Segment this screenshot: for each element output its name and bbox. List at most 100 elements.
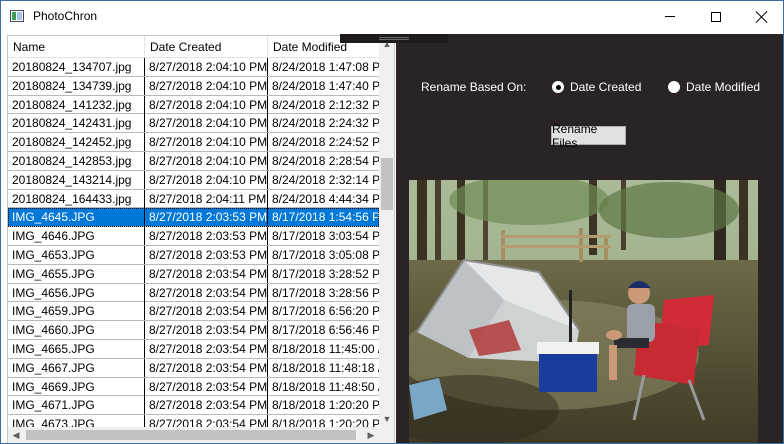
date-created-cell: 8/27/2018 2:03:54 PM bbox=[145, 339, 268, 358]
date-modified-cell: 8/17/2018 3:05:08 P bbox=[272, 247, 379, 262]
date-created-cell: 8/27/2018 2:03:54 PM bbox=[145, 283, 268, 302]
file-name-cell: IMG_4646.JPG bbox=[8, 227, 145, 246]
radio-date-created-label: Date Created bbox=[570, 80, 642, 94]
file-name-cell: IMG_4659.JPG bbox=[8, 302, 145, 321]
date-created-cell: 8/27/2018 2:04:10 PM bbox=[145, 151, 268, 170]
list-header: Name Date Created Date Modified bbox=[8, 36, 388, 58]
maximize-button[interactable] bbox=[693, 1, 739, 32]
file-name-cell: 20180824_141232.jpg bbox=[8, 95, 145, 114]
date-created-cell: 8/27/2018 2:03:54 PM bbox=[145, 321, 268, 340]
horizontal-scrollbar[interactable]: ◀ ▶ bbox=[8, 427, 379, 443]
table-row[interactable]: 20180824_134707.jpg 8/27/2018 2:04:10 PM 8… bbox=[8, 58, 379, 77]
table-row[interactable]: 20180824_164433.jpg 8/27/2018 2:04:11 PM 8… bbox=[8, 189, 379, 209]
photo-preview bbox=[409, 180, 758, 443]
window-title: PhotoChron bbox=[33, 9, 98, 23]
radio-date-modified-label: Date Modified bbox=[686, 80, 761, 94]
file-name-cell: 20180824_142431.jpg bbox=[8, 114, 145, 133]
date-created-cell: 8/27/2018 2:04:10 PM bbox=[145, 114, 268, 133]
radio-date-modified[interactable]: Date Modified bbox=[668, 80, 760, 94]
file-name-cell: IMG_4660.JPG bbox=[8, 321, 145, 340]
radio-date-created[interactable]: Date Created bbox=[552, 80, 641, 94]
file-name-cell: IMG_4656.JPG bbox=[8, 283, 145, 302]
date-created-cell: 8/27/2018 2:03:53 PM bbox=[145, 227, 268, 246]
maximize-icon bbox=[711, 11, 721, 22]
date-modified-cell: 8/24/2018 2:32:14 P bbox=[272, 172, 379, 187]
scroll-right-icon[interactable]: ▶ bbox=[363, 427, 379, 443]
date-created-cell: 8/27/2018 2:04:10 PM bbox=[145, 76, 268, 95]
file-name-cell: IMG_4655.JPG bbox=[8, 264, 145, 283]
date-modified-cell: 8/24/2018 2:24:52 P bbox=[272, 135, 379, 150]
pane-splitter[interactable] bbox=[340, 34, 448, 43]
date-created-cell: 8/27/2018 2:04:10 PM bbox=[145, 170, 268, 189]
rename-files-button[interactable]: Rename Files bbox=[551, 122, 626, 150]
file-name-cell: 20180824_142452.jpg bbox=[8, 133, 145, 152]
scroll-down-icon[interactable]: ▼ bbox=[379, 411, 394, 427]
file-name-cell: IMG_4653.JPG bbox=[8, 245, 145, 264]
table-row[interactable]: IMG_4669.JPG 8/27/2018 2:03:54 PM 8/18/201… bbox=[8, 377, 379, 397]
date-modified-cell: 8/18/2018 11:48:50 / bbox=[272, 379, 379, 394]
date-modified-cell: 8/18/2018 11:45:00 / bbox=[272, 341, 379, 356]
table-row[interactable]: IMG_4655.JPG 8/27/2018 2:03:54 PM 8/17/201… bbox=[8, 264, 379, 284]
file-name-cell: 20180824_164433.jpg bbox=[8, 189, 145, 208]
file-name-cell: IMG_4665.JPG bbox=[8, 339, 145, 358]
file-name-cell: IMG_4669.JPG bbox=[8, 377, 145, 396]
close-button[interactable] bbox=[739, 1, 783, 32]
date-modified-cell: 8/24/2018 2:12:32 P bbox=[272, 97, 379, 112]
radio-unchecked-icon[interactable] bbox=[668, 81, 680, 93]
date-modified-cell: 8/24/2018 4:44:34 P bbox=[272, 191, 379, 206]
date-modified-cell: 8/24/2018 2:28:54 P bbox=[272, 153, 379, 168]
date-created-cell: 8/27/2018 2:03:53 PM bbox=[145, 245, 268, 264]
file-name-cell: IMG_4645.JPG bbox=[8, 208, 145, 227]
table-row[interactable]: 20180824_142452.jpg 8/27/2018 2:04:10 PM 8… bbox=[8, 133, 379, 152]
date-created-cell: 8/27/2018 2:03:54 PM bbox=[145, 358, 268, 377]
table-row[interactable]: 20180824_143214.jpg 8/27/2018 2:04:10 PM 8… bbox=[8, 170, 379, 190]
date-created-cell: 8/27/2018 2:04:11 PM bbox=[145, 189, 268, 208]
date-created-cell: 8/27/2018 2:03:54 PM bbox=[145, 302, 268, 321]
file-name-cell: IMG_4671.JPG bbox=[8, 396, 145, 415]
table-row[interactable]: 20180824_141232.jpg 8/27/2018 2:04:10 PM 8… bbox=[8, 95, 379, 115]
rename-based-on-label: Rename Based On: bbox=[421, 80, 527, 94]
list-rows: 20180824_134707.jpg 8/27/2018 2:04:10 PM 8… bbox=[8, 58, 379, 434]
vertical-scroll-thumb[interactable] bbox=[381, 158, 393, 210]
date-modified-cell: 8/17/2018 3:03:54 P bbox=[272, 229, 379, 244]
vertical-scrollbar[interactable]: ▲ ▼ bbox=[379, 36, 394, 427]
table-row[interactable]: IMG_4653.JPG 8/27/2018 2:03:53 PM 8/17/201… bbox=[8, 245, 379, 265]
table-row[interactable]: IMG_4659.JPG 8/27/2018 2:03:54 PM 8/17/201… bbox=[8, 302, 379, 322]
table-row[interactable]: IMG_4646.JPG 8/27/2018 2:03:53 PM 8/17/201… bbox=[8, 227, 379, 246]
close-icon bbox=[756, 11, 768, 23]
table-row[interactable]: IMG_4656.JPG 8/27/2018 2:03:54 PM 8/17/201… bbox=[8, 283, 379, 303]
column-header-date-created[interactable]: Date Created bbox=[145, 36, 268, 58]
date-modified-cell: 8/17/2018 3:28:56 P bbox=[272, 285, 379, 300]
date-created-cell: 8/27/2018 2:03:54 PM bbox=[145, 264, 268, 283]
scroll-left-icon[interactable]: ◀ bbox=[8, 427, 24, 443]
minimize-icon bbox=[665, 16, 675, 17]
photo-preview-image bbox=[409, 180, 758, 443]
date-created-cell: 8/27/2018 2:03:53 PM bbox=[145, 208, 268, 227]
date-created-cell: 8/27/2018 2:04:10 PM bbox=[145, 95, 268, 114]
table-row[interactable]: 20180824_142431.jpg 8/27/2018 2:04:10 PM 8… bbox=[8, 114, 379, 134]
app-window: PhotoChron Name Date Created Date Modifi… bbox=[0, 0, 784, 444]
scrollbar-corner bbox=[379, 427, 394, 443]
table-row[interactable]: IMG_4671.JPG 8/27/2018 2:03:54 PM 8/18/201… bbox=[8, 396, 379, 416]
date-modified-cell: 8/24/2018 1:47:08 P bbox=[272, 60, 379, 74]
file-name-cell: 20180824_142853.jpg bbox=[8, 151, 145, 170]
table-row[interactable]: 20180824_142853.jpg 8/27/2018 2:04:10 PM 8… bbox=[8, 151, 379, 171]
minimize-button[interactable] bbox=[647, 1, 693, 32]
date-modified-cell: 8/18/2018 11:48:18 / bbox=[272, 360, 379, 375]
grip-icon bbox=[379, 37, 409, 38]
column-header-name[interactable]: Name bbox=[8, 36, 145, 58]
file-name-cell: 20180824_134707.jpg bbox=[8, 58, 145, 76]
horizontal-scroll-thumb[interactable] bbox=[26, 430, 356, 440]
table-row[interactable]: IMG_4660.JPG 8/27/2018 2:03:54 PM 8/17/201… bbox=[8, 321, 379, 340]
file-list[interactable]: Name Date Created Date Modified 20180824… bbox=[7, 35, 395, 443]
file-name-cell: 20180824_143214.jpg bbox=[8, 170, 145, 189]
date-modified-cell: 8/17/2018 6:56:46 P bbox=[272, 323, 379, 338]
date-created-cell: 8/27/2018 2:03:54 PM bbox=[145, 396, 268, 415]
table-row[interactable]: IMG_4665.JPG 8/27/2018 2:03:54 PM 8/18/201… bbox=[8, 339, 379, 359]
radio-checked-icon[interactable] bbox=[552, 81, 564, 93]
date-modified-cell: 8/17/2018 3:28:52 P bbox=[272, 266, 379, 281]
table-row[interactable]: IMG_4667.JPG 8/27/2018 2:03:54 PM 8/18/201… bbox=[8, 358, 379, 378]
table-row[interactable]: IMG_4645.JPG 8/27/2018 2:03:53 PM 8/17/201… bbox=[8, 208, 379, 228]
title-bar: PhotoChron bbox=[1, 1, 783, 33]
table-row[interactable]: 20180824_134739.jpg 8/27/2018 2:04:10 PM 8… bbox=[8, 76, 379, 96]
